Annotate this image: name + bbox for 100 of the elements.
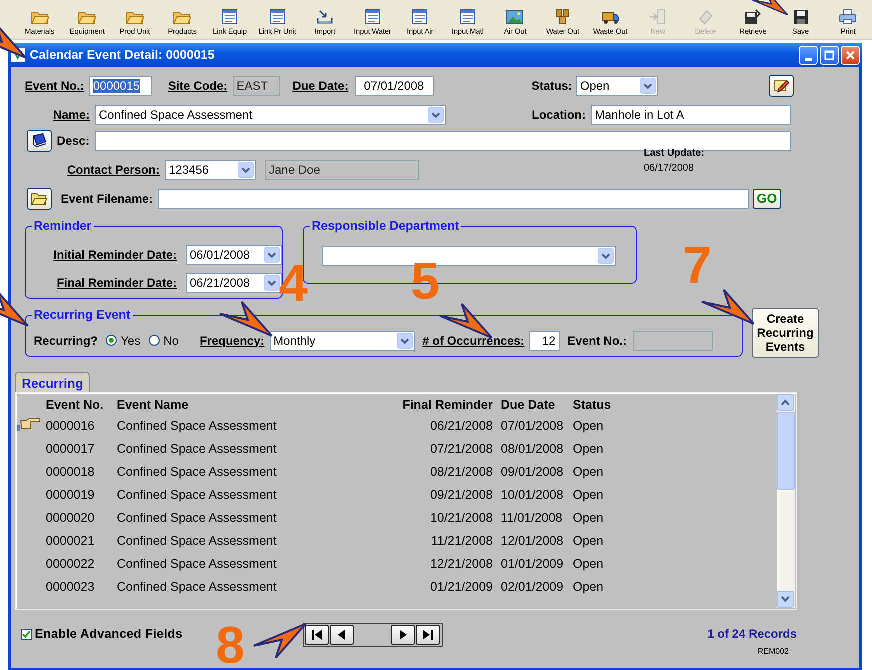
callout-number: 8 xyxy=(216,624,245,668)
table-cell-text: Open xyxy=(572,464,605,478)
note-button[interactable] xyxy=(27,130,52,152)
field-label: Contact Person: xyxy=(67,162,160,176)
table-cell-text: 07/01/2008 xyxy=(501,418,565,432)
minimize-button[interactable] xyxy=(799,46,818,64)
date-text: 06/17/2008 xyxy=(644,162,696,174)
callout-number: 7 xyxy=(683,244,712,288)
table-cell-text: Confined Space Assessment xyxy=(117,556,278,570)
frequency-dropdown[interactable]: Monthly xyxy=(270,330,415,350)
tab[interactable]: Recurring xyxy=(15,372,90,392)
maximize-icon xyxy=(824,50,835,60)
name-dropdown[interactable]: Confined Space Assessment xyxy=(95,104,446,124)
table-cell-text: 11/21/2008 xyxy=(430,534,494,548)
last-record-button[interactable] xyxy=(416,625,440,645)
field-label: Event Filename: xyxy=(61,192,154,206)
barrels-icon xyxy=(554,9,572,25)
go-button[interactable]: GO xyxy=(753,188,782,208)
table-cell-text: Confined Space Assessment xyxy=(117,534,278,548)
table-cell-text: 0000021 xyxy=(46,534,96,548)
field-label: Name: xyxy=(53,108,90,122)
table-cell-text: Confined Space Assessment xyxy=(117,488,278,502)
door-arrow-icon xyxy=(649,9,668,25)
table-cell-text: 01/21/2009 xyxy=(429,580,494,594)
input-field[interactable]: 12 xyxy=(528,330,560,350)
create-button[interactable]: Create Recurring Events xyxy=(752,308,819,358)
table-cell-text: 08/21/2008 xyxy=(429,464,494,478)
field-label: Status: xyxy=(532,78,572,92)
date-dropdown[interactable]: 06/01/2008 xyxy=(186,244,282,264)
close-icon xyxy=(845,50,856,60)
field-label: Desc: xyxy=(57,134,90,148)
disk-arrow-icon xyxy=(744,9,762,25)
window-icon xyxy=(364,9,382,25)
window-icon xyxy=(458,9,477,25)
table-cell-text: 12/21/2008 xyxy=(429,556,494,570)
table-cell-text: Open xyxy=(572,418,605,432)
column-header: Final Reminder xyxy=(402,398,494,412)
checkbox-label: Enable Advanced Fields xyxy=(35,627,183,641)
maximize-button[interactable] xyxy=(820,46,839,64)
folder-icon xyxy=(31,191,48,206)
close-button[interactable] xyxy=(841,46,860,64)
field-label: Recurring? xyxy=(34,334,98,348)
table-cell-text: 0000022 xyxy=(46,556,96,570)
table-cell-text: 01/01/2009 xyxy=(501,556,565,570)
window-icon xyxy=(411,9,430,25)
skip-start-icon xyxy=(310,628,324,642)
next-record-button[interactable] xyxy=(390,625,415,645)
window-icon xyxy=(221,9,240,25)
field-label: Final Reminder Date: xyxy=(56,276,177,290)
tray-arrow-icon xyxy=(316,9,334,25)
status-dropdown[interactable]: Open xyxy=(576,76,658,96)
option-label: No xyxy=(164,334,179,348)
field-label: Event No.: xyxy=(568,334,628,348)
input-field[interactable]: 07/01/2008 xyxy=(354,76,434,96)
table-cell-text: 12/01/2008 xyxy=(501,534,565,548)
previous-record-button[interactable] xyxy=(330,625,354,645)
folder-button[interactable] xyxy=(27,188,52,210)
radio-button[interactable] xyxy=(106,335,118,346)
table-cell-text: 07/21/2008 xyxy=(429,442,494,456)
input-field[interactable]: 0000015 xyxy=(89,76,152,96)
field-label: Initial Reminder Date: xyxy=(54,248,177,262)
radio-button[interactable] xyxy=(148,335,160,346)
group-title: Reminder xyxy=(32,219,94,233)
input-field[interactable]: Manhole in Lot A xyxy=(591,104,791,124)
readonly-field: Jane Doe xyxy=(265,160,419,180)
table-cell-text: 06/21/2008 xyxy=(429,418,494,432)
table-cell-text: Confined Space Assessment xyxy=(117,510,278,524)
table-cell-text: 10/01/2008 xyxy=(501,488,565,502)
table-cell-text: 08/01/2008 xyxy=(501,442,565,456)
table-cell-text: 11/01/2008 xyxy=(501,510,564,524)
record-count: 1 of 24 Records xyxy=(708,627,797,641)
checkbox[interactable] xyxy=(21,628,32,640)
input-field[interactable] xyxy=(94,130,791,150)
table-cell-text: 02/01/2009 xyxy=(501,580,565,594)
table-cell-text: 0000019 xyxy=(46,488,96,502)
first-record-button[interactable] xyxy=(304,625,329,645)
column-header: Event Name xyxy=(117,398,190,412)
group-title: Responsible Department xyxy=(310,219,462,233)
save-icon xyxy=(792,9,810,25)
field-label: Last Update: xyxy=(644,148,705,158)
table-cell-text: 10/21/2008 xyxy=(429,510,494,524)
form-code: REM002 xyxy=(758,647,789,656)
callout-arrow xyxy=(700,288,756,326)
input-field[interactable] xyxy=(158,188,750,208)
table-cell-text: 09/01/2008 xyxy=(501,464,565,478)
printer-icon xyxy=(839,9,858,25)
table-cell-text: Open xyxy=(572,488,605,502)
contact-dropdown[interactable]: 123456 xyxy=(165,160,256,180)
table-cell-text: Confined Space Assessment xyxy=(117,464,278,478)
column-header: Status xyxy=(572,398,612,412)
column-header: Due Date xyxy=(501,398,556,412)
table-cell-text: 0000023 xyxy=(46,580,96,594)
table-cell-text: Open xyxy=(572,442,605,456)
callout-arrow xyxy=(252,622,308,660)
scrollbar[interactable] xyxy=(777,394,795,608)
table-cell-text: Open xyxy=(572,534,605,548)
skip-end-icon xyxy=(420,628,435,642)
edit-button[interactable] xyxy=(769,74,794,96)
callout-arrow xyxy=(218,300,274,338)
picture-frame-icon xyxy=(506,9,524,25)
